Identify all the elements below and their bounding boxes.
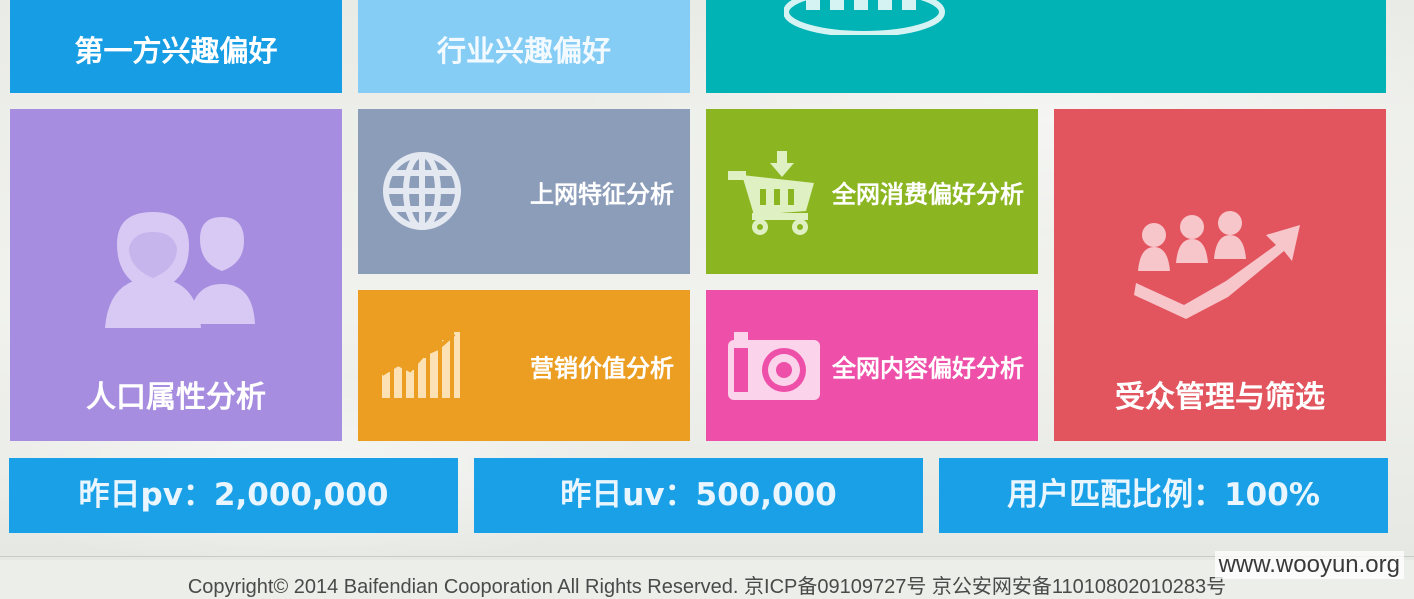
tile-label: 全网消费偏好分析 xyxy=(832,180,1024,208)
cart-icon xyxy=(728,151,814,235)
tile-label: 行业兴趣偏好 xyxy=(436,34,611,68)
watermark: www.wooyun.org xyxy=(1214,551,1404,579)
globe-icon xyxy=(383,152,461,230)
tile-label: 受众管理与筛选 xyxy=(1115,380,1325,415)
tile-demographics[interactable]: 人口属性分析 xyxy=(10,109,342,441)
tile-label: 人口属性分析 xyxy=(86,380,266,415)
growth-people-icon xyxy=(1134,211,1300,319)
tile-label: 营销价值分析 xyxy=(530,354,674,382)
footer-divider xyxy=(0,556,1414,557)
tile-first-party-interest[interactable]: 第一方兴趣偏好 xyxy=(10,0,342,93)
dashboard-icon xyxy=(784,0,945,35)
tile-online-features[interactable]: 上网特征分析 xyxy=(358,109,690,274)
tile-label: 全网内容偏好分析 xyxy=(832,354,1024,382)
tile-marketing-value[interactable]: 营销价值分析 xyxy=(358,290,690,441)
tile-teal[interactable] xyxy=(706,0,1386,93)
stat-yesterday-pv: 昨日pv：2,000,000 xyxy=(9,458,458,533)
tile-content-preference[interactable]: 全网内容偏好分析 xyxy=(706,290,1038,441)
people-icon xyxy=(105,212,255,328)
tile-audience-management[interactable]: 受众管理与筛选 xyxy=(1054,109,1386,441)
tile-consumption-preference[interactable]: 全网消费偏好分析 xyxy=(706,109,1038,274)
tile-label: 第一方兴趣偏好 xyxy=(74,34,278,68)
bar-chart-icon xyxy=(380,332,460,398)
camera-icon xyxy=(728,332,820,400)
stat-yesterday-uv: 昨日uv：500,000 xyxy=(474,458,923,533)
tile-industry-interest[interactable]: 行业兴趣偏好 xyxy=(358,0,690,93)
tile-label: 上网特征分析 xyxy=(530,180,674,208)
stat-user-match-ratio: 用户匹配比例：100% xyxy=(939,458,1388,533)
